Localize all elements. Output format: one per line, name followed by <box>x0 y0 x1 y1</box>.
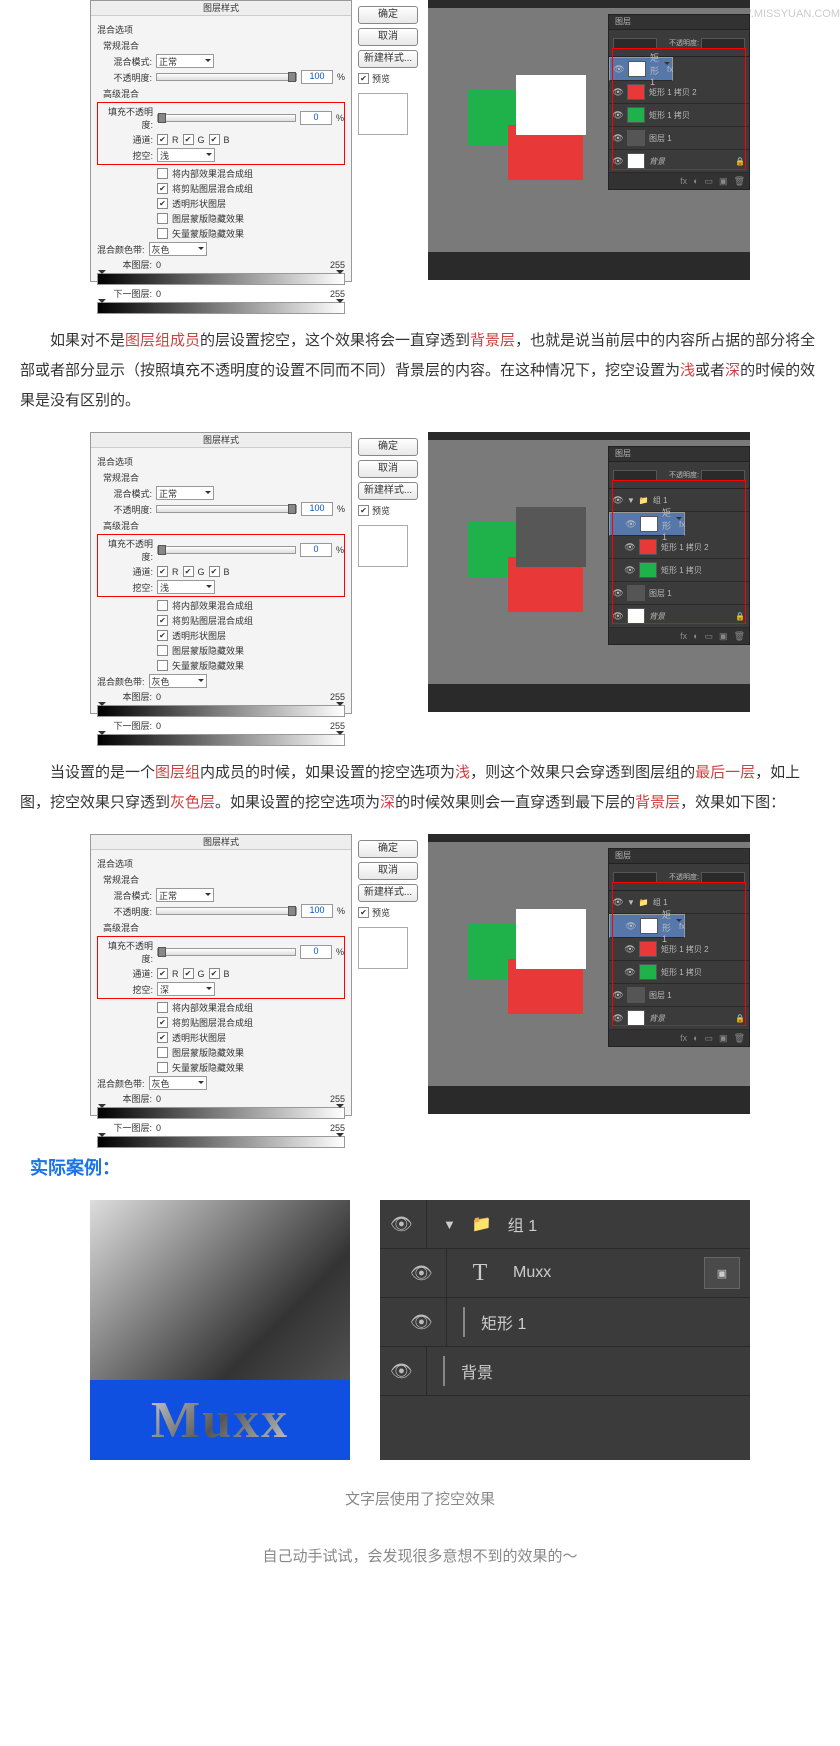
preview-checkbox[interactable] <box>358 73 369 84</box>
rect-layer-row[interactable]: 👁矩形 1 <box>380 1298 750 1347</box>
layer-thumb <box>627 130 645 146</box>
fill-value[interactable]: 0 <box>300 111 332 125</box>
channel-r[interactable] <box>157 134 168 145</box>
opacity-label: 不透明度: <box>97 71 152 84</box>
figure-2: 图层样式 混合选项 常规混合 混合模式:正常 不透明度:100% 高级混合 填充… <box>90 432 750 742</box>
group-row[interactable]: 👁▼📁组 1 <box>380 1200 750 1249</box>
lock-icon: 🔒 <box>735 612 745 621</box>
section-general: 常规混合 <box>103 39 345 52</box>
blend-if-label: 混合颜色带: <box>97 243 145 256</box>
text-icon: T <box>463 1258 497 1288</box>
cb-mask1[interactable] <box>157 213 168 224</box>
layer-style-dialog: 图层样式 混合选项 常规混合 混合模式:正常 不透明度:100% 高级混合 填充… <box>90 432 352 714</box>
channels-label: 通道: <box>98 133 153 146</box>
layer-row-3[interactable]: 👁矩形 1 拷贝 <box>609 104 749 127</box>
cb-trans[interactable] <box>157 198 168 209</box>
case-photo: Muxx <box>90 1200 350 1460</box>
folder-icon[interactable]: ▭ <box>705 176 714 187</box>
layers-panel: 图层 不透明度: 👁▼📁组 1 👁矩形 1fx 👁矩形 1 拷贝 2 👁矩形 1… <box>608 446 750 645</box>
ok-button[interactable]: 确定 <box>358 438 418 456</box>
mask-icon[interactable]: ◐ <box>693 176 698 186</box>
opacity-slider[interactable] <box>156 73 297 81</box>
layers-panel: 图层 不透明度: 👁矩形 1fx 👁矩形 1 拷贝 2 👁矩形 1 拷贝 👁图层… <box>608 14 750 190</box>
gray-knockout-shape <box>516 507 586 567</box>
caption-2: 自己动手试试，会发现很多意想不到的效果的～ <box>0 1527 840 1584</box>
folder-icon: 📁 <box>472 1214 492 1234</box>
fx-icon[interactable]: ▣ <box>704 1257 740 1289</box>
section-blend-options: 混合选项 <box>97 23 345 36</box>
ok-button[interactable]: 确定 <box>358 6 418 24</box>
layer-thumb <box>627 107 645 123</box>
cb-interior[interactable] <box>157 168 168 179</box>
preview-swatch <box>358 93 408 135</box>
caption-1: 文字层使用了挖空效果 <box>0 1470 840 1527</box>
fx-icon[interactable]: fx <box>667 65 673 74</box>
fx-icon[interactable]: fx <box>680 176 687 186</box>
blue-band: Muxx <box>90 1380 350 1460</box>
channel-g[interactable] <box>183 134 194 145</box>
text-layer-row[interactable]: 👁TMuxx▣ <box>380 1249 750 1298</box>
case-figure: Muxx 👁▼📁组 1 👁TMuxx▣ 👁矩形 1 👁背景 <box>0 1200 840 1460</box>
layers-panel-controls: 不透明度: <box>609 30 749 57</box>
visibility-icon[interactable]: 👁 <box>613 110 623 120</box>
visibility-icon[interactable]: 👁 <box>613 133 623 143</box>
visibility-icon[interactable]: 👁 <box>390 1214 410 1235</box>
paragraph-1: 如果对不是图层组成员的层设置挖空，这个效果将会一直穿透到背景层，也就是说当前层中… <box>0 310 840 432</box>
muxx-text: Muxx <box>151 1391 289 1450</box>
visibility-icon[interactable]: 👁 <box>614 64 624 74</box>
layer-group-row[interactable]: 👁▼📁组 1 <box>609 489 749 512</box>
layer-thumb <box>628 61 646 77</box>
cancel-button[interactable]: 取消 <box>358 28 418 46</box>
this-layer-gradient[interactable] <box>97 273 345 285</box>
trash-icon[interactable]: 🗑 <box>734 176 745 187</box>
canvas-preview: 图层 不透明度: 👁矩形 1fx 👁矩形 1 拷贝 2 👁矩形 1 拷贝 👁图层… <box>428 0 750 280</box>
preview-label: 预览 <box>372 72 390 85</box>
knockout-select-deep[interactable]: 深 <box>157 982 215 996</box>
expand-icon[interactable]: ▼ <box>627 496 635 505</box>
expand-icon[interactable]: ▼ <box>443 1217 456 1232</box>
cb-clip[interactable] <box>157 183 168 194</box>
dialog-buttons: 确定 取消 新建样式... 预览 <box>358 6 418 135</box>
figure-3: 图层样式 混合选项 常规混合 混合模式:正常 不透明度:100% 高级混合 填充… <box>90 834 750 1144</box>
layer-style-dialog: 图层样式 混合选项 常规混合 混合模式:正常 不透明度:100% 高级混合 填充… <box>90 0 352 282</box>
layers-panel-title: 图层 <box>609 15 749 30</box>
new-style-button[interactable]: 新建样式... <box>358 482 418 500</box>
visibility-icon[interactable]: 👁 <box>613 87 623 97</box>
blend-if-select[interactable]: 灰色 <box>149 242 207 256</box>
new-layer-icon[interactable]: ▣ <box>719 176 728 187</box>
cb-mask2[interactable] <box>157 228 168 239</box>
knockout-label: 挖空: <box>98 149 153 162</box>
layer-thumb <box>627 84 645 100</box>
highlight-fill-knockout: 填充不透明度:0% 通道:RGB 挖空:浅 <box>97 102 345 165</box>
opacity-value[interactable]: 100 <box>301 70 333 84</box>
layer-row-4[interactable]: 👁图层 1 <box>609 127 749 150</box>
figure-1: 图层样式 混合选项 常规混合 混合模式:正常 不透明度:100% 高级混合 填充… <box>90 0 750 310</box>
channel-b[interactable] <box>209 134 220 145</box>
white-shape <box>516 75 586 135</box>
visibility-icon[interactable]: 👁 <box>613 156 623 166</box>
layer-row-bg[interactable]: 👁背景🔒 <box>609 150 749 173</box>
knockout-select[interactable]: 浅 <box>157 148 215 162</box>
folder-icon: 📁 <box>639 496 649 505</box>
fill-slider[interactable] <box>157 114 296 122</box>
dialog-title: 图层样式 <box>91 1 351 16</box>
layers-panel-footer: fx ◐ ▭ ▣ 🗑 <box>609 173 749 189</box>
fill-opacity-label: 填充不透明度: <box>98 105 153 131</box>
layer-row-1[interactable]: 👁矩形 1fx <box>609 57 673 81</box>
under-layer-gradient[interactable] <box>97 302 345 314</box>
cancel-button[interactable]: 取消 <box>358 460 418 478</box>
case-layers-panel: 👁▼📁组 1 👁TMuxx▣ 👁矩形 1 👁背景 <box>380 1200 750 1460</box>
new-style-button[interactable]: 新建样式... <box>358 50 418 68</box>
canvas-preview: 图层 不透明度: 👁▼📁组 1 👁矩形 1fx 👁矩形 1 拷贝 2 👁矩形 1… <box>428 432 750 712</box>
blend-mode-label: 混合模式: <box>97 55 152 68</box>
section-advanced: 高级混合 <box>103 87 345 100</box>
lock-icon: 🔒 <box>735 157 745 166</box>
blend-mode-select[interactable]: 正常 <box>156 54 214 68</box>
layer-thumb <box>627 153 645 169</box>
paragraph-2: 当设置的是一个图层组内成员的时候，如果设置的挖空选项为浅，则这个效果只会穿透到图… <box>0 742 840 834</box>
layer-row-2[interactable]: 👁矩形 1 拷贝 2 <box>609 81 749 104</box>
bg-layer-row[interactable]: 👁背景 <box>380 1347 750 1396</box>
